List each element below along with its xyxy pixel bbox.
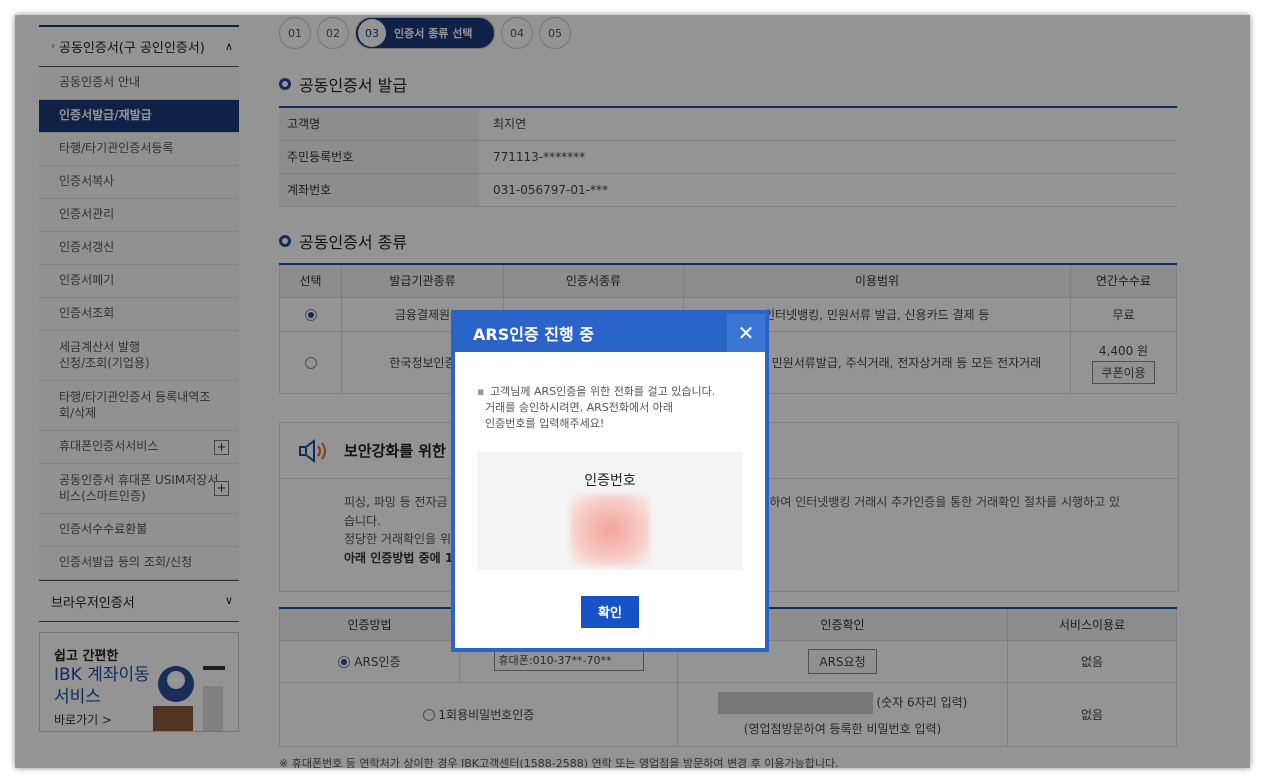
auth-code-blurred: [570, 493, 650, 566]
modal-message-line1: 고객님께 ARS인증을 위한 전화를 걸고 있습니다.: [489, 385, 716, 398]
modal-header: ARS인증 진행 중 ✕: [455, 314, 765, 352]
page: › 공동인증서(구 공인인증서) ∧ 공동인증서 안내 인증서발급/재발급 타행…: [15, 15, 1250, 768]
confirm-button[interactable]: 확인: [581, 595, 639, 628]
auth-code-label: 인증번호: [584, 472, 636, 489]
close-icon[interactable]: ✕: [727, 314, 765, 352]
modal-message: ▪ 고객님께 ARS인증을 위한 전화를 걸고 있습니다. 거래를 승인하시려면…: [455, 352, 765, 432]
modal-title: ARS인증 진행 중: [473, 325, 594, 344]
modal-message-line2: 거래를 승인하시려면, ARS전화에서 아래: [485, 400, 673, 414]
modal-message-line3: 인증번호를 입력해주세요!: [485, 416, 605, 430]
ars-progress-modal: ARS인증 진행 중 ✕ ▪ 고객님께 ARS인증을 위한 전화를 걸고 있습니…: [451, 310, 769, 652]
auth-code-box: 인증번호: [477, 451, 743, 570]
browser-frame: › 공동인증서(구 공인인증서) ∧ 공동인증서 안내 인증서발급/재발급 타행…: [15, 15, 1250, 768]
bullet-icon: ▪: [477, 385, 485, 398]
